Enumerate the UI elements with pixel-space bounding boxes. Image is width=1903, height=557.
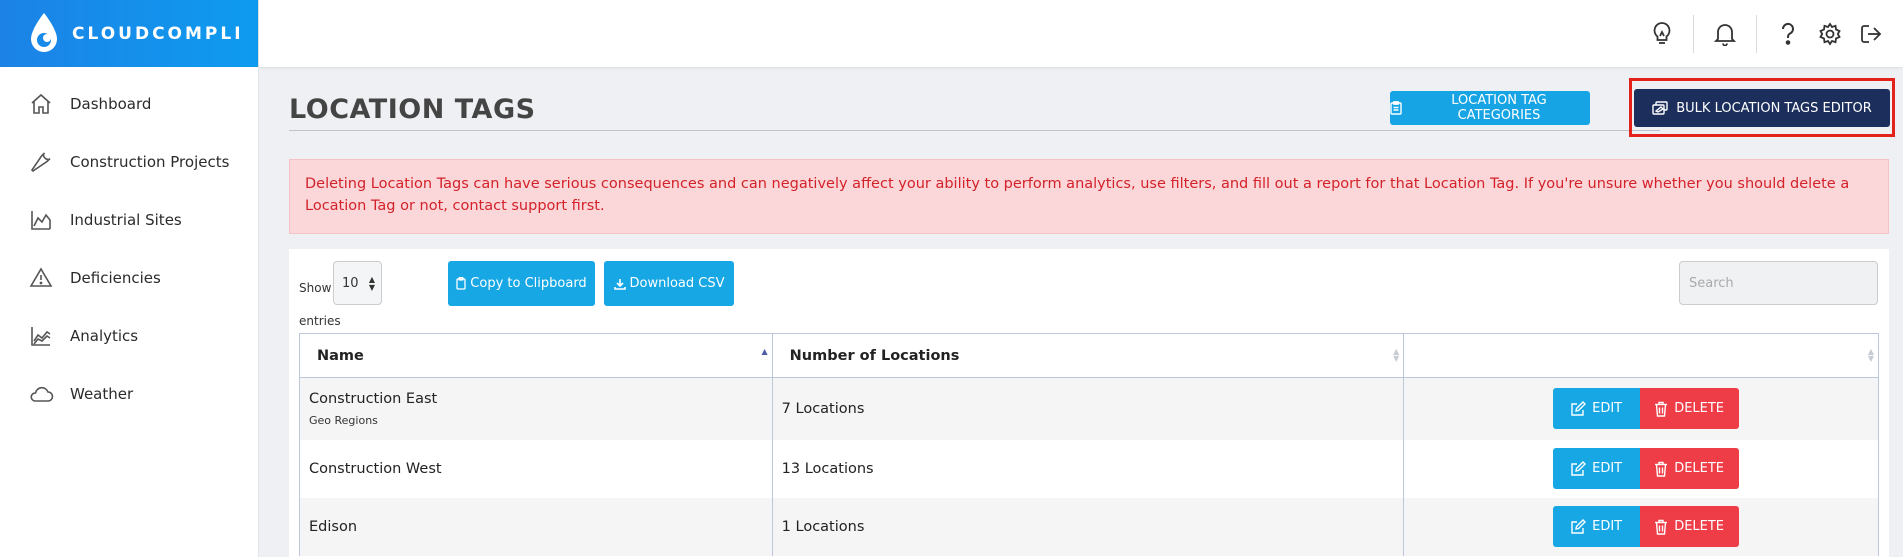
analytics-icon xyxy=(28,323,54,349)
edit-button[interactable]: EDIT xyxy=(1552,448,1640,489)
clipboard-list-icon xyxy=(1390,101,1402,115)
warning-icon xyxy=(28,265,54,291)
delete-button[interactable]: DELETE xyxy=(1639,506,1739,547)
topbar-divider xyxy=(1756,14,1757,53)
column-header-name[interactable]: Name ▲ xyxy=(299,333,773,378)
area-chart-icon xyxy=(28,207,54,233)
select-arrows-icon: ▲ ▼ xyxy=(368,275,375,292)
table-row: Construction East Geo Regions 7 Location… xyxy=(299,377,1879,440)
delete-warning-alert: Deleting Location Tags can have serious … xyxy=(289,159,1889,234)
tag-name: Construction East xyxy=(309,390,438,407)
entries-length-value: 10 xyxy=(342,275,359,291)
sidebar-item-analytics[interactable]: Analytics xyxy=(0,307,258,365)
home-icon xyxy=(28,91,54,117)
table-panel: Show 10 ▲ ▼ entries Copy to Clipboard Dow… xyxy=(289,249,1889,557)
brand-name: CLOUDCOMPLI xyxy=(72,23,244,44)
page-header: LOCATION TAGS LOCATION TAG CATEGORIES BU… xyxy=(289,67,1895,137)
trash-icon xyxy=(1654,401,1668,417)
table-row: Edison 1 Locations EDIT DELETE xyxy=(299,497,1879,556)
sidebar-item-label: Construction Projects xyxy=(70,153,230,171)
main-content: LOCATION TAGS LOCATION TAG CATEGORIES BU… xyxy=(289,67,1895,557)
bell-icon[interactable] xyxy=(1708,17,1742,51)
download-icon xyxy=(613,278,626,290)
wrench-icon xyxy=(28,149,54,175)
cell-locations: 1 Locations xyxy=(771,497,1405,556)
location-tag-categories-label: LOCATION TAG CATEGORIES xyxy=(1451,93,1547,123)
column-header-number-of-locations[interactable]: Number of Locations ▲ ▼ xyxy=(771,333,1405,378)
copy-to-clipboard-label: Copy to Clipboard xyxy=(470,276,587,291)
table-header-row: Name ▲ Number of Locations ▲ ▼ ▲ ▼ xyxy=(299,333,1879,378)
lightbulb-icon[interactable] xyxy=(1645,17,1679,51)
sidebar-nav: Dashboard Construction Projects Industri… xyxy=(0,67,258,423)
edit-icon xyxy=(1570,518,1587,535)
edit-icon xyxy=(1570,460,1587,477)
delete-button[interactable]: DELETE xyxy=(1639,388,1739,430)
sidebar-item-label: Weather xyxy=(70,385,134,403)
bulk-location-tags-editor-button[interactable]: BULK LOCATION TAGS EDITOR xyxy=(1634,89,1890,127)
bulk-location-tags-editor-label: BULK LOCATION TAGS EDITOR xyxy=(1676,100,1872,116)
sort-icon: ▲ ▼ xyxy=(1867,347,1874,363)
cell-locations: 7 Locations xyxy=(771,377,1405,440)
edit-icon xyxy=(1570,400,1587,417)
cell-name: Edison xyxy=(299,497,773,556)
cloudcompli-logo-icon xyxy=(28,11,60,57)
topbar-actions xyxy=(1645,0,1889,67)
cell-actions: EDIT DELETE xyxy=(1403,497,1879,556)
location-tag-categories-button[interactable]: LOCATION TAG CATEGORIES xyxy=(1390,91,1590,125)
trash-icon xyxy=(1654,461,1668,477)
sidebar-item-dashboard[interactable]: Dashboard xyxy=(0,75,258,133)
search-input[interactable] xyxy=(1679,261,1878,305)
tag-name: Construction West xyxy=(309,460,442,477)
sort-asc-icon: ▲ xyxy=(761,347,768,356)
copy-to-clipboard-button[interactable]: Copy to Clipboard xyxy=(448,261,595,306)
sidebar-item-construction-projects[interactable]: Construction Projects xyxy=(0,133,258,191)
download-csv-button[interactable]: Download CSV xyxy=(604,261,734,306)
edit-button[interactable]: EDIT xyxy=(1552,506,1640,547)
logout-icon[interactable] xyxy=(1855,17,1889,51)
cloud-icon xyxy=(28,381,54,407)
cell-name: Construction East Geo Regions xyxy=(299,377,773,440)
clipboard-icon xyxy=(456,277,466,290)
title-divider xyxy=(289,130,1660,131)
entries-label: entries xyxy=(299,314,341,328)
sidebar-item-deficiencies[interactable]: Deficiencies xyxy=(0,249,258,307)
sidebar-item-industrial-sites[interactable]: Industrial Sites xyxy=(0,191,258,249)
sidebar-item-label: Dashboard xyxy=(70,95,152,113)
sidebar-item-weather[interactable]: Weather xyxy=(0,365,258,423)
entries-length-select[interactable]: 10 ▲ ▼ xyxy=(333,261,382,305)
sidebar-item-label: Analytics xyxy=(70,327,139,345)
sidebar: CLOUDCOMPLI Dashboard Construction Proje… xyxy=(0,0,259,557)
cell-name: Construction West xyxy=(299,439,773,498)
cell-locations: 13 Locations xyxy=(771,439,1405,498)
gear-icon[interactable] xyxy=(1813,17,1847,51)
sort-icon: ▲ ▼ xyxy=(1393,347,1400,363)
tag-category: Geo Regions xyxy=(309,413,378,427)
location-tags-table: Name ▲ Number of Locations ▲ ▼ ▲ ▼ Const… xyxy=(299,333,1879,556)
trash-icon xyxy=(1654,519,1668,535)
show-label: Show xyxy=(299,281,332,295)
cell-actions: EDIT DELETE xyxy=(1403,377,1879,440)
download-csv-label: Download CSV xyxy=(629,276,725,291)
page-title: LOCATION TAGS xyxy=(289,94,536,125)
cell-actions: EDIT DELETE xyxy=(1403,439,1879,498)
topbar-divider xyxy=(1693,14,1694,53)
help-icon[interactable] xyxy=(1771,17,1805,51)
delete-button[interactable]: DELETE xyxy=(1639,448,1739,489)
column-header-actions[interactable]: ▲ ▼ xyxy=(1403,333,1879,378)
sidebar-item-label: Industrial Sites xyxy=(70,211,182,229)
table-row: Construction West 13 Locations EDIT DELE… xyxy=(299,439,1879,498)
topbar xyxy=(259,0,1903,67)
edit-multiple-icon xyxy=(1652,100,1670,116)
edit-button[interactable]: EDIT xyxy=(1552,388,1640,430)
tag-name: Edison xyxy=(309,518,358,535)
brand-header[interactable]: CLOUDCOMPLI xyxy=(0,0,258,67)
sidebar-item-label: Deficiencies xyxy=(70,269,161,287)
